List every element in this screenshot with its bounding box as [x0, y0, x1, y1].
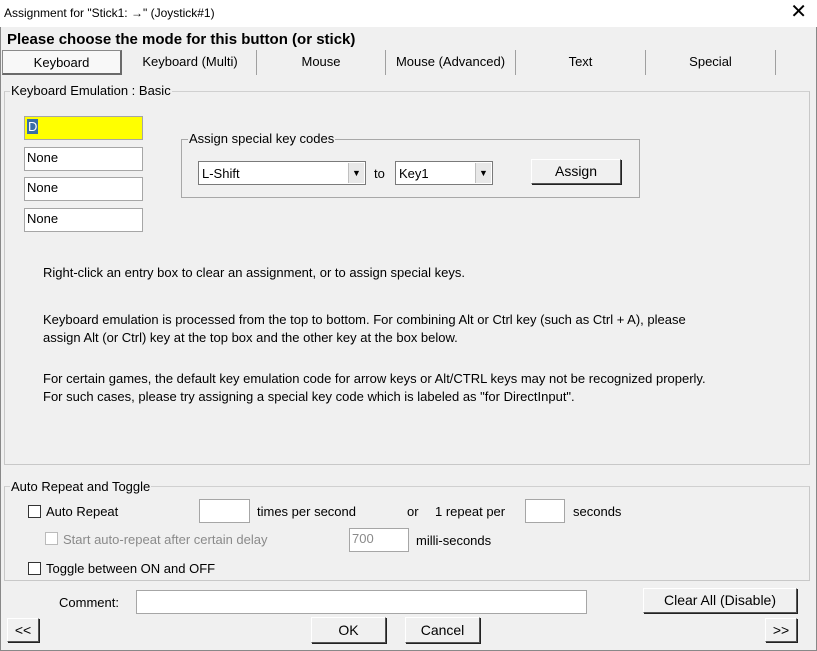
seconds-input[interactable]: [525, 499, 565, 523]
info-processing-2: assign Alt (or Ctrl) key at the top box …: [43, 330, 458, 345]
key-entry-4[interactable]: None: [24, 208, 143, 232]
auto-repeat-label: Auto Repeat: [46, 504, 119, 519]
key-entry-1-value: D: [27, 119, 39, 134]
tab-keyboard[interactable]: Keyboard: [2, 50, 122, 75]
tab-mouse-advanced[interactable]: Mouse (Advanced): [386, 50, 516, 75]
tab-keyboard-multi[interactable]: Keyboard (Multi): [124, 50, 257, 75]
chevron-down-icon[interactable]: ▼: [475, 163, 491, 183]
repeat-per-label: 1 repeat per: [435, 504, 506, 519]
tab-special[interactable]: Special: [646, 50, 776, 75]
delay-ms-input[interactable]: 700: [349, 528, 409, 552]
assign-button[interactable]: Assign: [531, 159, 621, 184]
info-directinput-2: For such cases, please try assigning a s…: [43, 389, 575, 404]
times-per-second-label: times per second: [257, 504, 356, 519]
comment-input[interactable]: [136, 590, 587, 614]
auto-repeat-checkbox[interactable]: [28, 505, 41, 518]
key-entry-2[interactable]: None: [24, 147, 143, 171]
info-right-click: Right-click an entry box to clear an ass…: [43, 265, 465, 280]
special-key-label: Assign special key codes: [188, 131, 336, 146]
or-label: or: [407, 504, 419, 519]
keyboard-emulation-label: Keyboard Emulation : Basic: [10, 83, 172, 98]
delay-checkbox[interactable]: [45, 532, 58, 545]
tab-mouse[interactable]: Mouse: [257, 50, 386, 75]
prev-button[interactable]: <<: [7, 618, 39, 642]
cancel-button[interactable]: Cancel: [405, 617, 480, 643]
to-label: to: [374, 166, 385, 181]
target-key-select[interactable]: Key1 ▼: [395, 161, 493, 185]
toggle-checkbox[interactable]: [28, 562, 41, 575]
ok-button[interactable]: OK: [311, 617, 386, 643]
auto-repeat-group-label: Auto Repeat and Toggle: [10, 479, 152, 494]
page-heading: Please choose the mode for this button (…: [7, 31, 356, 48]
comment-label: Comment:: [59, 595, 119, 610]
mode-tabs: Keyboard Keyboard (Multi) Mouse Mouse (A…: [2, 50, 816, 75]
info-directinput-1: For certain games, the default key emula…: [43, 371, 706, 386]
info-processing-1: Keyboard emulation is processed from the…: [43, 312, 686, 327]
clear-all-button[interactable]: Clear All (Disable): [643, 588, 797, 613]
title-bar: Assignment for "Stick1: →" (Joystick#1) …: [0, 0, 817, 27]
key-entry-3[interactable]: None: [24, 177, 143, 201]
chevron-down-icon[interactable]: ▼: [348, 163, 364, 183]
toggle-label: Toggle between ON and OFF: [46, 561, 216, 576]
target-key-value: Key1: [399, 166, 429, 181]
key-entry-1[interactable]: D: [24, 116, 143, 140]
seconds-label: seconds: [573, 504, 622, 519]
close-icon[interactable]: ✕: [790, 2, 807, 22]
delay-label: Start auto-repeat after certain delay: [63, 532, 268, 547]
special-key-select[interactable]: L-Shift ▼: [198, 161, 366, 185]
window-title: Assignment for "Stick1: →" (Joystick#1): [4, 6, 215, 20]
times-per-second-input[interactable]: [199, 499, 250, 523]
milliseconds-label: milli-seconds: [416, 533, 492, 548]
tab-text[interactable]: Text: [516, 50, 646, 75]
next-button[interactable]: >>: [765, 618, 797, 642]
special-key-value: L-Shift: [202, 166, 240, 181]
